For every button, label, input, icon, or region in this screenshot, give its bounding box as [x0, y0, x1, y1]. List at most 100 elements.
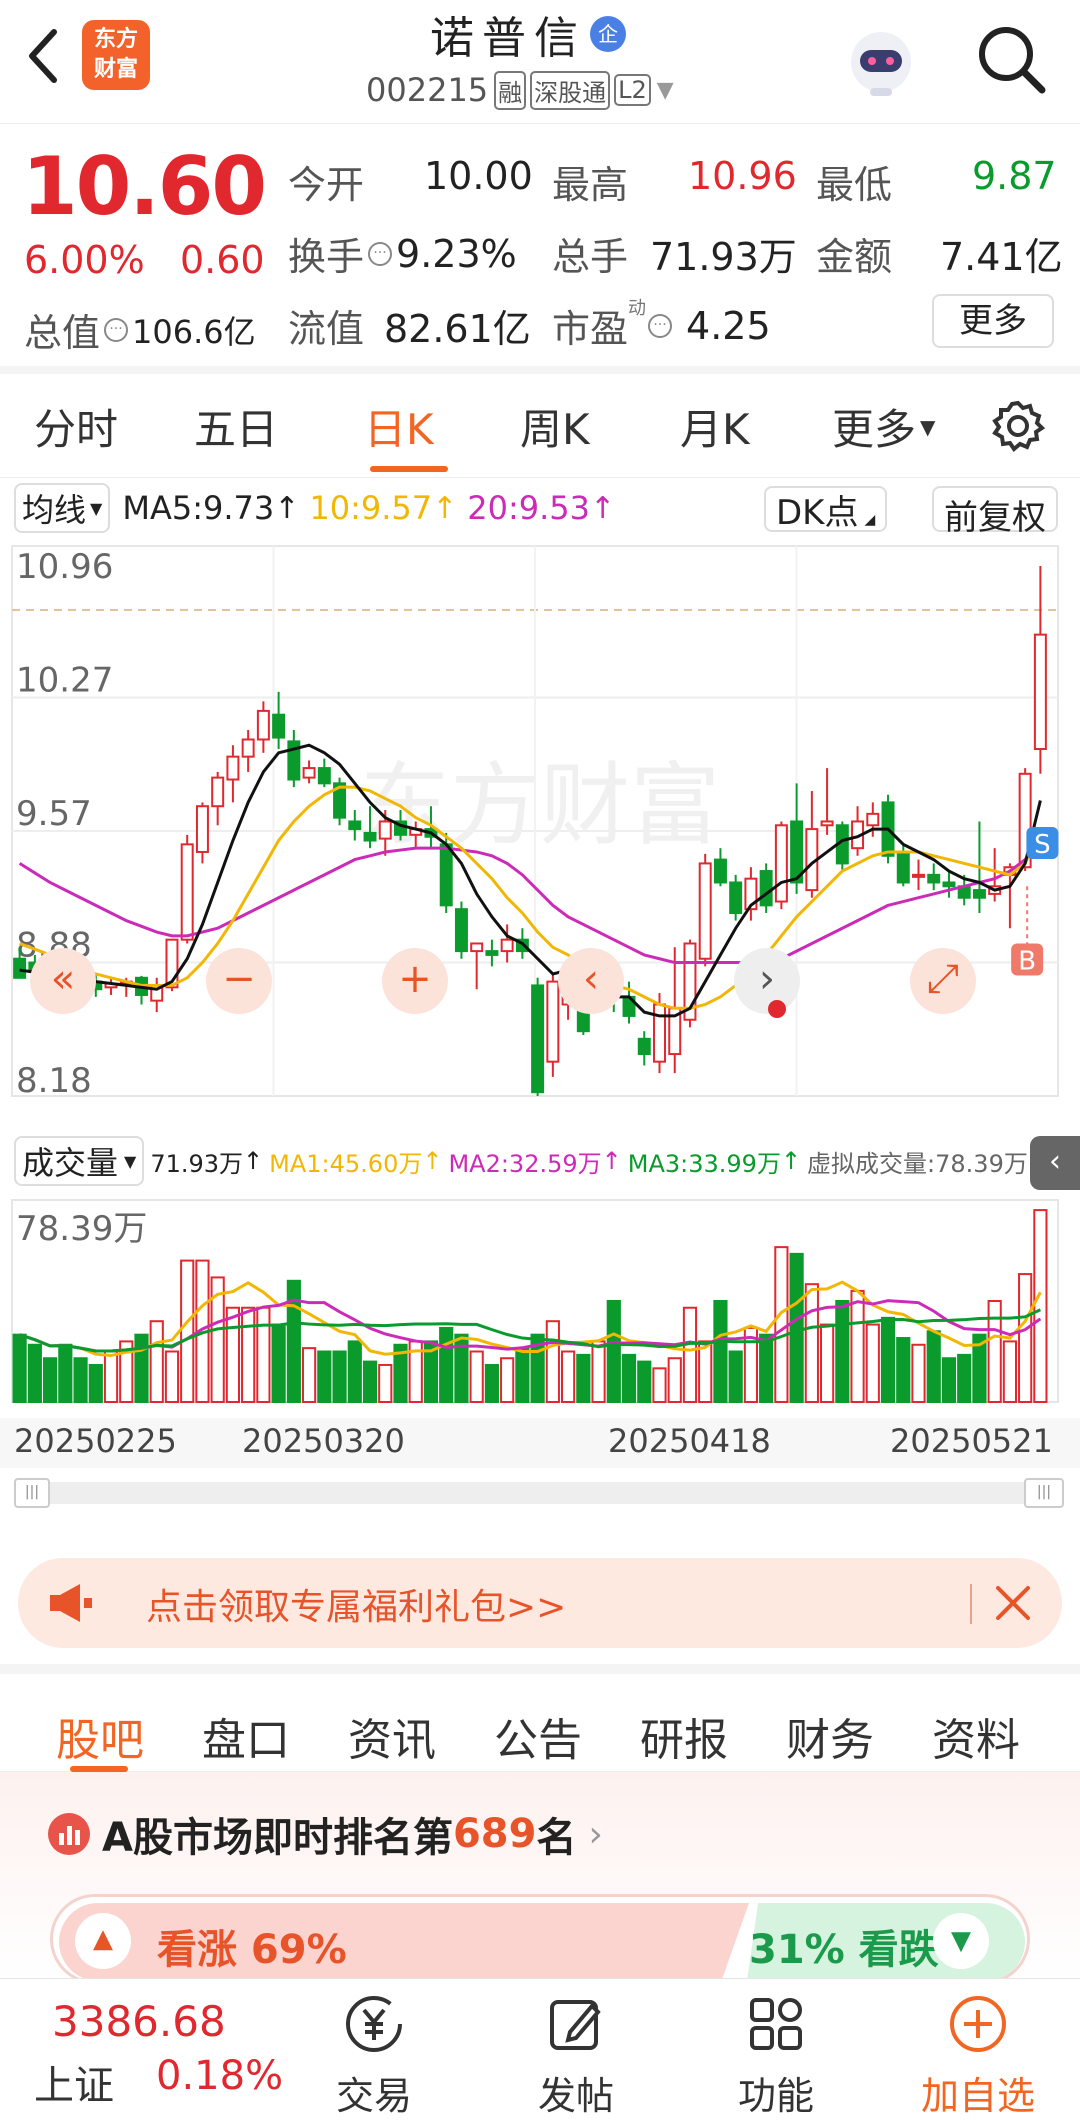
candle: [348, 810, 362, 841]
volume-bar: [667, 1357, 682, 1404]
volume-bar: [500, 1357, 515, 1404]
bear-label: 31% 看跌: [749, 1927, 939, 1973]
volume-bar: [439, 1326, 454, 1403]
sentiment-bar: ▲ 看涨 69% 31% 看跌 ▼: [50, 1894, 1030, 1984]
volume-svg[interactable]: 78.39万: [0, 1190, 1080, 1420]
arrow-up-icon: ↑: [432, 490, 458, 526]
enterprise-badge: 企: [590, 16, 626, 52]
stat-value-turnover: 9.23%: [396, 231, 517, 276]
nav-add-watchlist[interactable]: 加自选: [908, 1989, 1048, 2120]
candle: [302, 760, 316, 784]
ma-select[interactable]: 均线 ▼: [14, 483, 111, 533]
candle: [759, 863, 773, 913]
zoom-in-icon[interactable]: +: [382, 948, 448, 1014]
chevron-down-icon[interactable]: ▼: [657, 78, 674, 103]
arrow-up-icon: ↑: [780, 1147, 802, 1175]
zoom-out-icon[interactable]: −: [206, 948, 272, 1014]
candle-body: [912, 873, 925, 878]
bull-arrow-button[interactable]: ▲: [75, 1913, 131, 1969]
chart-scrollbar[interactable]: ||| |||: [14, 1478, 1064, 1508]
robot-avatar-icon[interactable]: [846, 22, 916, 98]
price-adjust-button[interactable]: 前复权: [932, 486, 1058, 538]
volume-bar: [880, 1316, 896, 1403]
fullscreen-icon[interactable]: ⤢: [910, 948, 976, 1014]
candle: [333, 777, 347, 826]
back-icon[interactable]: [18, 26, 68, 86]
tab-announcements[interactable]: 公告: [494, 1704, 582, 1768]
nav-trade[interactable]: 交易: [304, 1989, 444, 2120]
stock-code: 002215: [366, 71, 489, 109]
candle-body: [896, 850, 910, 884]
volume-bar: [73, 1357, 88, 1404]
caret-down-icon: ▼: [90, 498, 103, 518]
edit-icon: [506, 1989, 646, 2059]
tab-more[interactable]: 更多 ▼: [832, 396, 935, 457]
tab-orderbook[interactable]: 盘口: [202, 1704, 290, 1768]
bear-arrow-button[interactable]: ▼: [933, 1913, 989, 1969]
candle-body: [302, 767, 316, 779]
gear-icon[interactable]: [990, 398, 1046, 454]
collapse-panel-button[interactable]: ‹: [1030, 1136, 1080, 1190]
tab-five-day[interactable]: 五日: [194, 396, 278, 457]
kline-svg[interactable]: 10.9610.279.578.888.18东方财富 SB: [0, 536, 1080, 1116]
tag-connect: 深股通: [530, 70, 611, 110]
tab-profile[interactable]: 资料: [932, 1704, 1020, 1768]
candle-body: [698, 862, 712, 960]
volume-bar: [347, 1340, 362, 1403]
candle: [226, 745, 240, 803]
tab-intraday[interactable]: 分时: [34, 396, 118, 457]
volume-bar: [591, 1340, 606, 1403]
tab-weekly-k[interactable]: 周K: [520, 396, 590, 457]
candle-body: [972, 889, 986, 899]
tab-research[interactable]: 研报: [640, 1704, 728, 1768]
info-icon[interactable]: ···: [648, 313, 673, 338]
volume-bar: [850, 1289, 865, 1403]
candle-body: [272, 713, 286, 739]
candle-body: [729, 881, 743, 914]
scroll-handle-right[interactable]: |||: [1024, 1478, 1064, 1508]
dk-point-button[interactable]: DK点 ◢: [764, 486, 888, 533]
tab-news[interactable]: 资讯: [348, 1704, 436, 1768]
caret-down-icon: ▼: [124, 1151, 137, 1171]
volume-bar: [484, 1363, 500, 1403]
tab-daily-k[interactable]: 日K: [364, 396, 434, 457]
yen-coin-icon: [304, 1989, 444, 2059]
stat-value-open: 10.00: [424, 154, 533, 198]
next-icon[interactable]: ›: [734, 948, 800, 1014]
promo-banner[interactable]: 点击领取专属福利礼包>>: [18, 1558, 1062, 1648]
ma10-label: 10:9.57: [309, 489, 433, 527]
index-ticker[interactable]: 3386.68 上证 0.18%: [20, 1993, 283, 2113]
nav-post[interactable]: 发帖: [506, 1989, 646, 2120]
volume-bar: [545, 1320, 560, 1403]
info-icon[interactable]: ···: [368, 241, 393, 266]
candle: [942, 871, 956, 898]
app-logo: 东方 财富: [82, 20, 150, 90]
scroll-left-icon[interactable]: «: [30, 948, 96, 1014]
candle-body: [195, 805, 209, 853]
volume-bar: [987, 1300, 1002, 1403]
candle: [774, 821, 788, 910]
price-axis-label: 9.57: [16, 794, 92, 834]
section-tabs: 股吧 盘口 资讯 公告 研报 财务 资料: [0, 1664, 1080, 1772]
prev-icon[interactable]: ‹: [558, 948, 624, 1014]
kline-chart-area: 均线 ▼ MA5:9.73 ↑ 10:9.57 ↑ 20:9.53 ↑ DK点 ◢ 前复权…: [0, 478, 1080, 1508]
volume-axis-label: 78.39万: [16, 1209, 147, 1249]
nav-functions[interactable]: 功能: [706, 1989, 846, 2120]
market-rank-row[interactable]: A股市场即时排名第 689 名 ›: [48, 1808, 603, 1861]
price-axis-label: 8.18: [16, 1061, 92, 1101]
vol-ma2-label: MA2:32.59万: [448, 1149, 602, 1178]
scroll-handle-left[interactable]: |||: [14, 1478, 50, 1508]
volume-bar: [88, 1363, 103, 1403]
tab-forum[interactable]: 股吧: [56, 1704, 144, 1768]
close-icon[interactable]: [992, 1582, 1034, 1624]
search-icon[interactable]: [974, 22, 1050, 98]
tab-monthly-k[interactable]: 月K: [680, 396, 750, 457]
volume-bar: [241, 1306, 256, 1403]
candle: [851, 806, 865, 856]
more-button[interactable]: 更多: [932, 294, 1054, 348]
volume-bar: [819, 1323, 835, 1403]
info-icon[interactable]: ···: [104, 317, 129, 342]
indicator-select[interactable]: 成交量 ▼: [14, 1136, 145, 1186]
bull-label: 看涨 69%: [157, 1927, 347, 1973]
tab-financials[interactable]: 财务: [786, 1704, 874, 1768]
